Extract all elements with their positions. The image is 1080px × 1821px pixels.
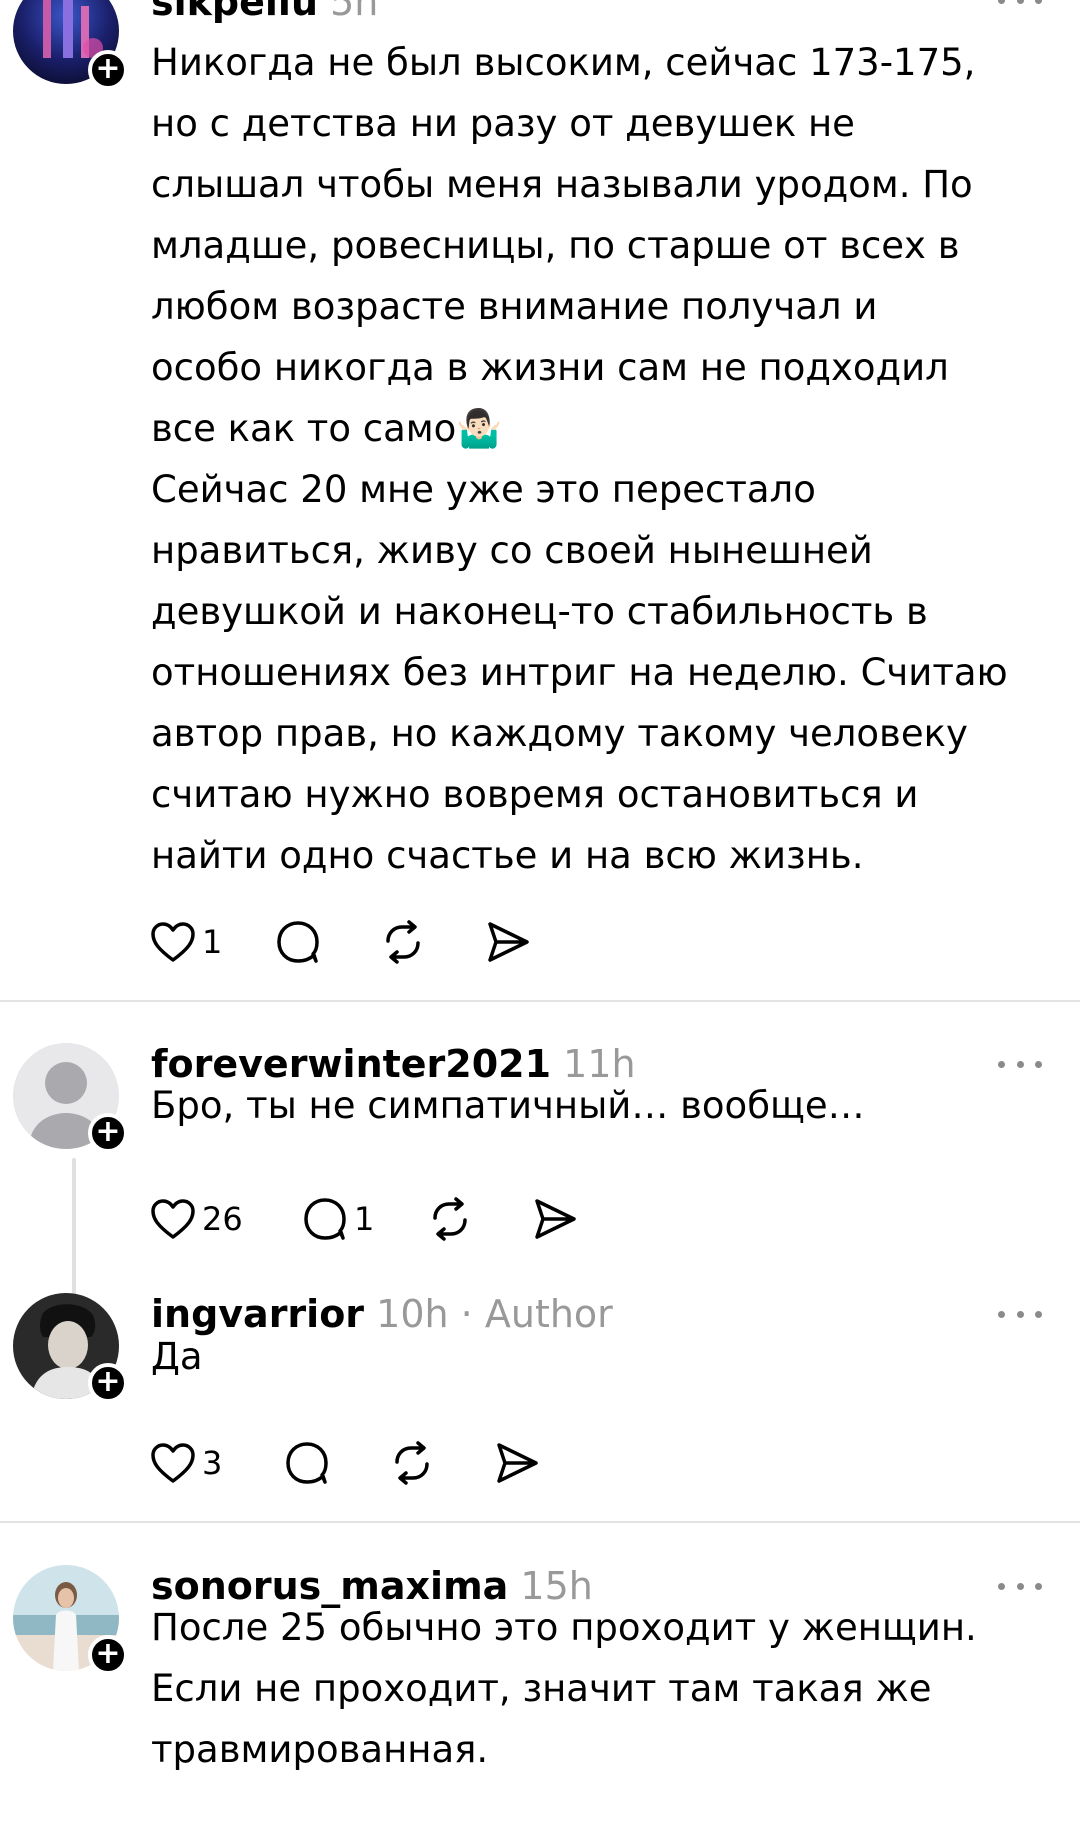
reply-button[interactable] bbox=[275, 917, 321, 967]
username[interactable]: sikpeliu bbox=[151, 0, 318, 24]
follow-badge-icon[interactable]: + bbox=[88, 1635, 128, 1675]
reply-button[interactable]: 1 bbox=[302, 1194, 374, 1244]
comment-text: Да bbox=[151, 1335, 203, 1378]
more-dots-icon[interactable] bbox=[998, 1054, 1042, 1074]
comment-meta: sikpeliu 5h bbox=[151, 0, 378, 26]
heart-outline-icon bbox=[151, 1443, 195, 1483]
repost-arrows-icon bbox=[395, 1441, 429, 1485]
follow-badge-icon[interactable]: + bbox=[88, 1363, 128, 1403]
repost-button[interactable] bbox=[380, 917, 426, 967]
comment-item: + sikpeliu 5h Никогда не был высоким, се… bbox=[0, 0, 1080, 1000]
comment-bubble-icon bbox=[277, 921, 319, 963]
heart-outline-icon bbox=[151, 922, 195, 962]
send-arrow-icon bbox=[535, 1199, 576, 1239]
reply-button[interactable] bbox=[284, 1438, 330, 1488]
divider bbox=[0, 1521, 1080, 1523]
send-arrow-icon bbox=[488, 922, 529, 962]
repost-arrows-icon bbox=[386, 920, 420, 964]
share-button[interactable] bbox=[494, 1438, 540, 1488]
comment-text: Никогда не был высоким, сейчас 173-175, … bbox=[151, 41, 1008, 877]
repost-arrows-icon bbox=[433, 1197, 467, 1241]
follow-badge-icon[interactable]: + bbox=[88, 50, 128, 90]
like-count: 3 bbox=[202, 1444, 223, 1482]
comment-bubble-icon bbox=[286, 1442, 328, 1484]
like-count: 26 bbox=[202, 1200, 243, 1238]
like-count: 1 bbox=[202, 923, 223, 961]
thread-line bbox=[72, 1158, 76, 1306]
share-button[interactable] bbox=[485, 917, 531, 967]
more-dots-icon[interactable] bbox=[998, 1304, 1042, 1324]
divider bbox=[0, 1000, 1080, 1002]
more-dots-icon[interactable] bbox=[998, 0, 1042, 10]
follow-badge-icon[interactable]: + bbox=[88, 1113, 128, 1153]
comment-text: После 25 обычно это проходит у женщин. Е… bbox=[151, 1606, 977, 1771]
like-button[interactable]: 1 bbox=[150, 917, 222, 967]
comment-text: Бро, ты не симпатичный… вообще… bbox=[151, 1084, 865, 1127]
share-button[interactable] bbox=[532, 1194, 578, 1244]
reply-count: 1 bbox=[354, 1200, 375, 1238]
send-arrow-icon bbox=[497, 1443, 538, 1483]
timestamp: 5h bbox=[330, 0, 379, 24]
comment-item: + ingvarrior 10h · Author Да 3 bbox=[0, 1290, 1080, 1520]
comment-bubble-icon bbox=[304, 1198, 346, 1240]
like-button[interactable]: 26 bbox=[150, 1194, 243, 1244]
comment-item: + foreverwinter2021 11h Бро, ты не симпа… bbox=[0, 1040, 1080, 1306]
repost-button[interactable] bbox=[427, 1194, 473, 1244]
heart-outline-icon bbox=[151, 1199, 195, 1239]
more-dots-icon[interactable] bbox=[998, 1576, 1042, 1596]
comment-item: + sonorus_maxima 15h После 25 обычно это… bbox=[0, 1562, 1080, 1821]
like-button[interactable]: 3 bbox=[150, 1438, 222, 1488]
repost-button[interactable] bbox=[389, 1438, 435, 1488]
